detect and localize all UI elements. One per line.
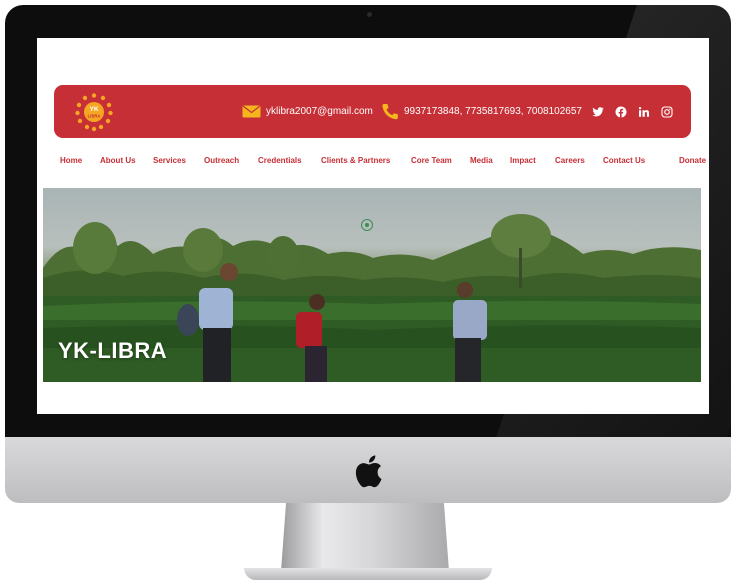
instagram-icon[interactable] <box>661 105 673 118</box>
nav-outreach[interactable]: Outreach <box>204 156 258 170</box>
nav-services[interactable]: Services <box>153 156 204 170</box>
nav-clients-partners[interactable]: Clients & Partners <box>321 156 411 170</box>
contact-phone[interactable]: 9937173848, 7735817693, 7008102657 <box>381 85 582 138</box>
imac-stand <box>281 503 449 571</box>
svg-text:YK: YK <box>89 106 98 113</box>
phone-numbers[interactable]: 9937173848, 7735817693, 7008102657 <box>404 106 582 117</box>
website-screen: YK LIBRA yklibra2007@gmail.com 993717384… <box>37 38 709 414</box>
nav-about-us[interactable]: About Us <box>100 156 153 170</box>
monitor-bezel: YK LIBRA yklibra2007@gmail.com 993717384… <box>5 5 731 437</box>
yk-libra-logo[interactable]: YK LIBRA <box>74 92 114 132</box>
imac-monitor: YK LIBRA yklibra2007@gmail.com 993717384… <box>5 5 731 503</box>
slider-indicator[interactable] <box>361 219 373 231</box>
social-links <box>592 85 673 138</box>
linkedin-icon[interactable] <box>638 106 650 118</box>
email-text[interactable]: yklibra2007@gmail.com <box>266 106 373 117</box>
facebook-icon[interactable] <box>615 106 627 118</box>
phone-icon <box>382 104 398 120</box>
apple-logo-icon <box>355 455 382 488</box>
svg-text:LIBRA: LIBRA <box>88 114 101 119</box>
nav-media[interactable]: Media <box>470 156 510 170</box>
nav-home[interactable]: Home <box>60 156 100 170</box>
contact-email[interactable]: yklibra2007@gmail.com <box>242 85 373 138</box>
envelope-icon <box>242 105 261 118</box>
twitter-icon[interactable] <box>592 106 604 118</box>
nav-donate[interactable]: Donate <box>679 156 709 170</box>
top-contact-bar: YK LIBRA yklibra2007@gmail.com 993717384… <box>54 85 691 138</box>
hero-banner: YK-LIBRA <box>43 188 701 382</box>
camera <box>367 12 372 17</box>
main-nav: Home About Us Services Outreach Credenti… <box>60 156 709 170</box>
nav-careers[interactable]: Careers <box>555 156 603 170</box>
hero-title: YK-LIBRA <box>58 338 168 363</box>
nav-core-team[interactable]: Core Team <box>411 156 470 170</box>
nav-impact[interactable]: Impact <box>510 156 555 170</box>
nav-contact-us[interactable]: Contact Us <box>603 156 679 170</box>
imac-stand-base <box>244 568 492 580</box>
nav-credentials[interactable]: Credentials <box>258 156 321 170</box>
